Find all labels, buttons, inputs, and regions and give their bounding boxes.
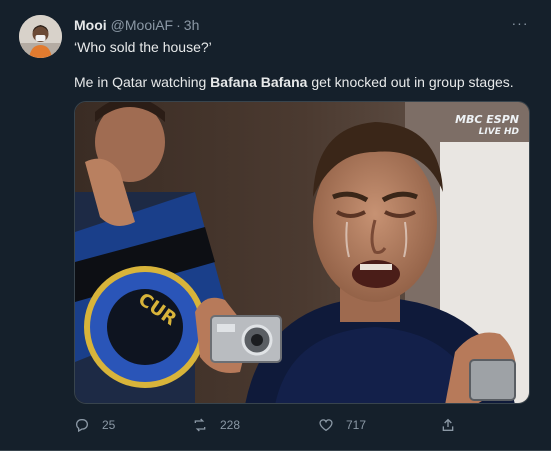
timestamp[interactable]: 3h [184, 17, 200, 33]
retweet-count: 228 [220, 418, 241, 432]
separator-dot: · [176, 17, 181, 33]
tweet-actions: 25 228 717 [74, 413, 474, 437]
display-name[interactable]: Mooi [74, 17, 107, 33]
watermark-live: LIVE HD [478, 127, 519, 137]
tweet-header: Mooi @MooiAF · 3h ··· [74, 14, 535, 36]
reply-button[interactable]: 25 [74, 413, 115, 437]
user-handle[interactable]: @MooiAF [111, 17, 173, 33]
like-count: 717 [346, 418, 367, 432]
reply-count: 25 [102, 418, 116, 432]
like-icon [319, 419, 333, 432]
share-icon [442, 418, 454, 431]
tweet-text-line-1: ‘Who sold the house?’ [74, 39, 212, 55]
watermark-logo: MBC ESPN [455, 113, 519, 126]
tweet-text-suffix: get knocked out in group stages. [307, 74, 514, 90]
broadcast-watermark: MBC ESPN LIVE HD [455, 114, 519, 138]
retweet-icon [194, 418, 206, 432]
tweet[interactable]: Mooi @MooiAF · 3h ··· ‘Who sold the house?’… [0, 0, 551, 451]
more-icon[interactable]: ··· [509, 14, 531, 34]
avatar-image [19, 15, 62, 58]
avatar[interactable] [19, 15, 62, 58]
tweet-text-prefix: Me in Qatar watching [74, 74, 211, 90]
crying-fan-photo: CUR [75, 102, 529, 403]
tweet-text-bold: Bafana Bafana [210, 74, 308, 90]
like-button[interactable]: 717 [318, 413, 366, 437]
reply-icon [76, 419, 88, 433]
tweet-text-line-2: Me in Qatar watching Bafana Bafana get k… [74, 73, 514, 91]
retweet-button[interactable]: 228 [192, 413, 240, 437]
share-button[interactable] [440, 413, 468, 437]
tweet-media-image[interactable]: CUR MBC ESPN LIVE HD [74, 101, 530, 404]
